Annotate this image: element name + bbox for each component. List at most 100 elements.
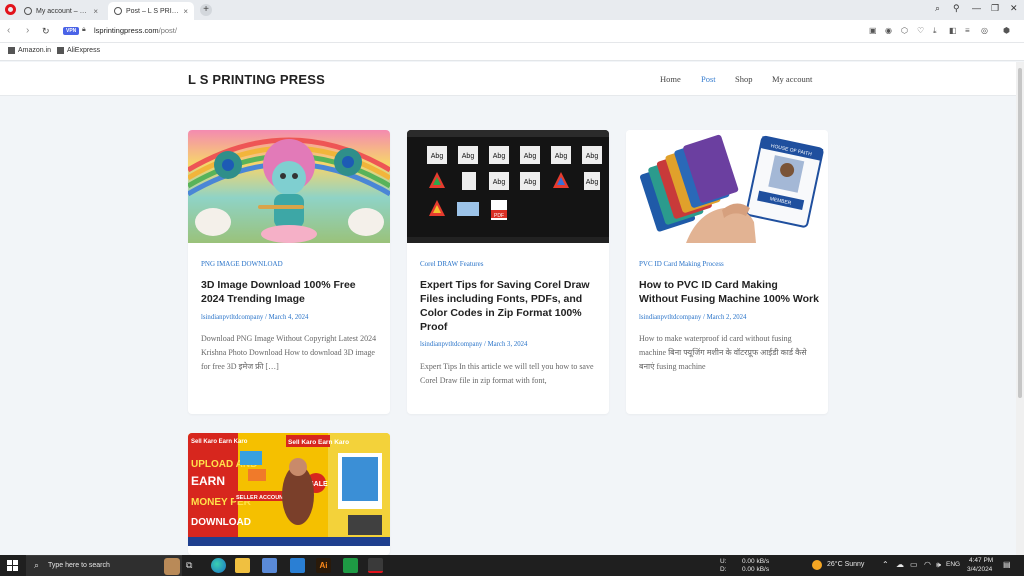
post-title[interactable]: Expert Tips for Saving Corel Draw Files …: [420, 278, 600, 334]
bookmark-amazon[interactable]: Amazon.in: [8, 47, 51, 54]
windows-start-icon[interactable]: [7, 560, 18, 571]
post-excerpt: Download PNG Image Without Copyright Lat…: [201, 334, 377, 371]
post-author[interactable]: lsindianpvtltdcompany: [201, 314, 263, 321]
post-card: PNG IMAGE DOWNLOAD 3D Image Download 100…: [188, 130, 390, 414]
post-title[interactable]: 3D Image Download 100% Free 2024 Trendin…: [201, 278, 381, 306]
mail-icon[interactable]: [290, 558, 305, 573]
thumb-text: EARN: [191, 474, 225, 488]
post-meta: lsindianpvtltdcompany / March 3, 2024: [420, 341, 528, 348]
file-explorer-icon[interactable]: [235, 558, 250, 573]
sidebar-toggle-icon[interactable]: ◧: [949, 26, 957, 35]
shield-icon[interactable]: ⬡: [901, 26, 908, 35]
search-tabs-icon[interactable]: ⌕: [935, 3, 940, 14]
tray-chevron-icon[interactable]: ⌃: [882, 560, 889, 569]
thumb-text: DOWNLOAD: [191, 517, 251, 528]
krishna-3d-thumbnail[interactable]: [188, 130, 390, 243]
net-down-label: D:: [720, 566, 727, 573]
url-domain: lsprintingpress.com: [94, 26, 159, 35]
post-card: Sell Karo Earn Karo UPLOAD AND EARN MONE…: [188, 433, 390, 555]
taskbar-search-box[interactable]: ⌕ Type here to search: [26, 555, 182, 576]
pin-icon[interactable]: ⚲: [953, 3, 960, 14]
battery-icon[interactable]: ▭: [910, 560, 918, 569]
thumb-text: SELLER ACCOUNT: [236, 495, 287, 501]
globe-icon: [24, 7, 32, 15]
minimize-icon[interactable]: —: [972, 3, 981, 13]
post-author[interactable]: lsindianpvtltdcompany: [420, 341, 482, 348]
clock-date[interactable]: 3/4/2024: [967, 566, 992, 573]
language-indicator[interactable]: ENG: [946, 561, 960, 568]
sell-karo-earn-karo-thumbnail[interactable]: Sell Karo Earn Karo UPLOAD AND EARN MONE…: [188, 433, 390, 546]
post-category[interactable]: Corel DRAW Features: [420, 260, 483, 268]
post-date[interactable]: March 2, 2024: [707, 314, 747, 321]
window-close-icon[interactable]: ✕: [1010, 3, 1018, 14]
opera-logo-icon[interactable]: [5, 4, 16, 15]
tile-label: Abg: [493, 179, 506, 186]
illustrator-icon[interactable]: Ai: [316, 558, 331, 573]
store-icon[interactable]: [262, 558, 277, 573]
windows-taskbar: ⌕ Type here to search ⧉ Ai U: 0.00 kB/s …: [0, 555, 1024, 576]
scrollbar-thumb[interactable]: [1018, 68, 1022, 398]
url-path: /post/: [158, 26, 177, 35]
net-up-label: U:: [720, 558, 727, 565]
search-highlight-icon: [164, 558, 180, 575]
nav-shop[interactable]: Shop: [735, 74, 752, 84]
bookmark-icon: [8, 47, 15, 54]
new-tab-button[interactable]: +: [200, 4, 212, 16]
post-title[interactable]: How to PVC ID Card Making Without Fusing…: [639, 278, 819, 306]
volume-icon[interactable]: 🕪︎: [936, 560, 941, 570]
camera-icon[interactable]: ◉: [885, 26, 892, 35]
easy-setup-icon[interactable]: ≡: [965, 26, 970, 35]
tab-post[interactable]: Post – L S PRINTING PRES ×: [108, 2, 194, 20]
task-view-icon[interactable]: ⧉: [186, 560, 201, 575]
weather-text[interactable]: 26°C Sunny: [827, 561, 864, 568]
cloud-icon[interactable]: ☁: [896, 560, 904, 569]
back-icon[interactable]: ‹: [7, 25, 10, 36]
tab-my-account[interactable]: My account – L S PRINTIN ×: [18, 2, 104, 20]
nav-post[interactable]: Post: [701, 74, 716, 84]
nav-home[interactable]: Home: [660, 74, 681, 84]
tile-label: Abg: [431, 153, 444, 160]
tile-label: Abg: [586, 179, 599, 186]
clock-time[interactable]: 4:47 PM: [969, 557, 993, 564]
net-up-speed: 0.00 kB/s: [742, 558, 770, 565]
close-icon[interactable]: ×: [183, 7, 188, 16]
profile-icon[interactable]: ◎: [981, 26, 988, 35]
bookmark-aliexpress[interactable]: AliExpress: [57, 47, 100, 54]
pvc-id-card-thumbnail[interactable]: HOUSE OF FAITH MEMBER: [626, 130, 828, 243]
download-icon[interactable]: ⤓: [933, 26, 937, 36]
forward-icon[interactable]: ›: [26, 25, 29, 36]
edge-icon[interactable]: [211, 558, 226, 573]
corel-draw-icon[interactable]: [343, 558, 358, 573]
maximize-icon[interactable]: ❐: [991, 3, 999, 14]
post-date[interactable]: March 4, 2024: [269, 314, 309, 321]
post-card: HOUSE OF FAITH MEMBER PVC ID Card Making…: [626, 130, 828, 414]
extensions-icon[interactable]: ⬢: [1003, 26, 1010, 35]
post-category[interactable]: PVC ID Card Making Process: [639, 260, 724, 268]
tab-label: Post – L S PRINTING PRES: [126, 7, 179, 15]
post-category[interactable]: PNG IMAGE DOWNLOAD: [201, 260, 283, 268]
opera-taskbar-icon[interactable]: [368, 558, 383, 573]
heart-icon[interactable]: ♡: [917, 26, 924, 35]
reload-icon[interactable]: ↻: [42, 26, 50, 37]
url-field[interactable]: lsprintingpress.com/post/: [94, 26, 177, 35]
wifi-icon[interactable]: ◠: [924, 560, 931, 569]
sun-icon[interactable]: [812, 560, 822, 570]
vpn-badge[interactable]: VPN: [63, 27, 80, 35]
thumb-text: Sell Karo Earn Karo: [288, 439, 349, 446]
nav-my-account[interactable]: My account: [772, 74, 812, 84]
post-meta: lsindianpvtltdcompany / March 4, 2024: [201, 314, 309, 321]
search-icon: ⌕: [34, 560, 40, 570]
lock-icon[interactable]: 🔒︎: [82, 26, 86, 34]
close-icon[interactable]: ×: [93, 7, 98, 16]
browser-tab-bar: My account – L S PRINTIN × Post – L S PR…: [0, 0, 1024, 20]
tile-label: Abg: [493, 153, 506, 160]
site-title[interactable]: L S PRINTING PRESS: [188, 72, 325, 87]
post-author[interactable]: lsindianpvtltdcompany: [639, 314, 701, 321]
snapshot-icon[interactable]: ▣: [869, 26, 877, 35]
site-header: L S PRINTING PRESS Home Post Shop My acc…: [0, 62, 1016, 96]
corel-files-thumbnail[interactable]: Abg Abg Abg Abg Abg Abg Abg Abg Abg PDF: [407, 130, 609, 243]
post-date[interactable]: March 3, 2024: [488, 341, 528, 348]
post-card: Abg Abg Abg Abg Abg Abg Abg Abg Abg PDF …: [407, 130, 609, 414]
tile-label: Abg: [462, 153, 475, 160]
notification-icon[interactable]: ▤: [1003, 560, 1011, 569]
